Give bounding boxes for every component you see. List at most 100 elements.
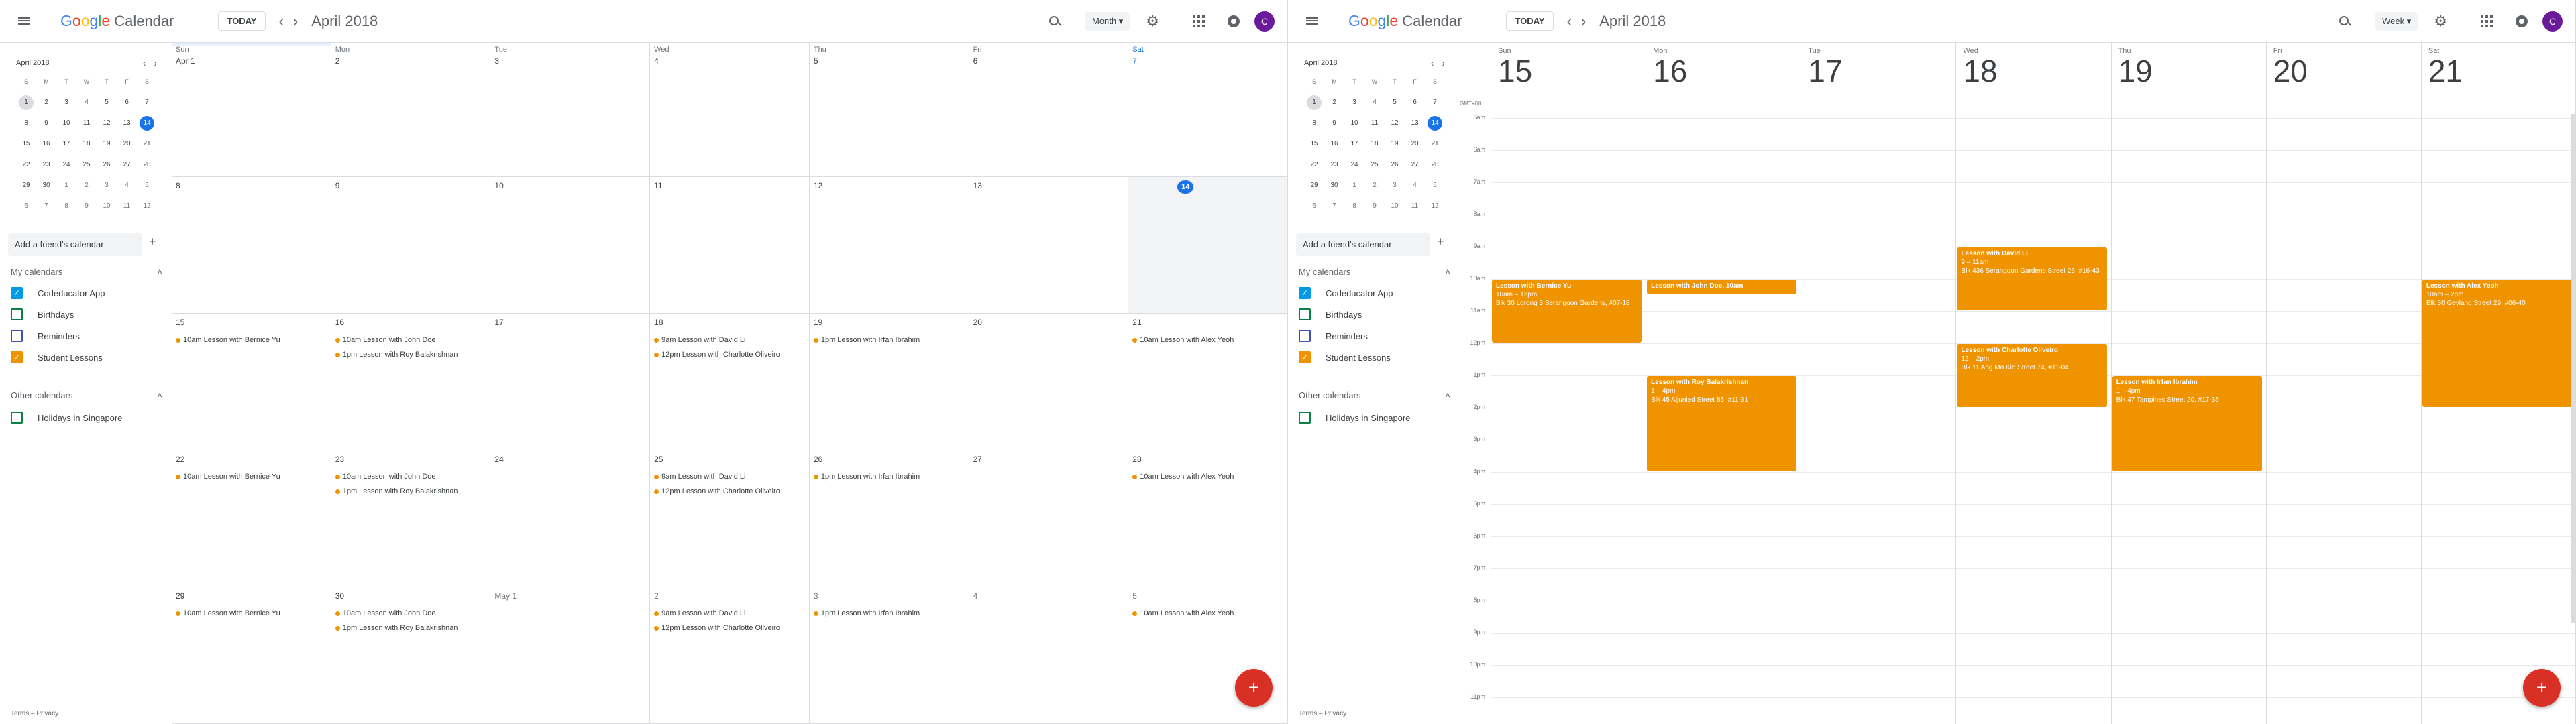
today-button[interactable]: TODAY [1506,11,1554,31]
event-chip[interactable]: 10am Lesson with Bernice Yu [176,469,327,484]
day-cell[interactable]: Mon 2 [331,43,491,177]
chevron-left-icon[interactable]: ‹ [1567,13,1572,30]
event-chip[interactable]: 12pm Lesson with Charlotte Oliveiro [654,484,805,499]
mini-day[interactable]: 4 [76,92,97,113]
day-cell[interactable]: 20 [969,314,1129,450]
day-cell[interactable]: Sun Apr 1 [172,43,331,177]
mini-day[interactable]: 10 [97,196,117,217]
day-number[interactable]: 13 [973,181,982,190]
mini-day[interactable]: 24 [56,154,76,175]
mini-day[interactable]: 23 [36,154,56,175]
day-number[interactable]: 2 [654,591,659,601]
checkbox[interactable]: ✓ [1299,351,1311,363]
mini-day[interactable]: 15 [16,133,36,154]
day-cell[interactable]: 30 10am Lesson with John Doe 1pm Lesson wi… [331,587,491,724]
mini-day[interactable]: 9 [76,196,97,217]
app-logo[interactable]: Google Calendar [1348,12,1462,30]
day-cell[interactable]: 21 10am Lesson with Alex Yeoh [1128,314,1287,450]
menu-icon[interactable] [1304,13,1320,29]
day-cell[interactable]: 8 [172,177,331,314]
chevron-right-icon[interactable]: › [154,58,157,68]
day-number[interactable]: 5 [814,56,818,66]
mini-day[interactable]: 22 [1304,154,1324,175]
search-icon[interactable] [1048,15,1061,28]
mini-day[interactable]: 17 [56,133,76,154]
add-icon[interactable]: + [1437,235,1444,249]
event-chip[interactable]: 9am Lesson with David Li [654,606,805,621]
week-event[interactable]: Lesson with Charlotte Oliveiro 12 – 2pm Bl… [1957,344,2107,407]
week-day-number[interactable]: 21 [2428,55,2569,87]
week-day-header[interactable]: Mon 16 [1646,43,1801,99]
mini-day[interactable]: 1 [1304,92,1324,113]
mini-day[interactable]: 7 [36,196,56,217]
chevron-up-icon[interactable]: ˄ [157,267,162,277]
week-day-number[interactable]: 17 [1808,55,1949,87]
checkbox[interactable] [1299,330,1311,342]
chevron-left-icon[interactable]: ‹ [1431,58,1434,68]
day-cell[interactable]: 28 10am Lesson with Alex Yeoh [1128,450,1287,587]
day-number[interactable]: 25 [654,455,663,464]
day-number[interactable]: 29 [176,591,184,601]
day-cell[interactable]: Thu 5 [809,43,969,177]
mini-day[interactable]: 20 [117,133,137,154]
mini-day[interactable]: 1 [16,92,36,113]
mini-day[interactable]: 5 [137,175,157,196]
calendar-item[interactable]: ✓ Student Lessons [1299,351,1391,363]
add-event-button[interactable]: + [1235,669,1273,707]
checkbox[interactable] [11,308,23,320]
day-cell[interactable]: Fri 6 [969,43,1129,177]
mini-day[interactable]: 7 [1324,196,1344,217]
mini-day[interactable]: 27 [1405,154,1425,175]
day-number[interactable]: 24 [494,455,503,464]
chevron-right-icon[interactable]: › [1442,58,1445,68]
view-switcher[interactable]: Month ▾ [1085,12,1130,31]
mini-day[interactable]: 6 [1405,92,1425,113]
settings-icon[interactable]: ⚙ [2434,13,2447,30]
mini-day[interactable]: 6 [1304,196,1324,217]
mini-day[interactable]: 18 [1364,133,1385,154]
event-chip[interactable]: 12pm Lesson with Charlotte Oliveiro [654,347,805,362]
mini-day[interactable]: 11 [1364,113,1385,133]
mini-day[interactable]: 8 [1304,113,1324,133]
day-number[interactable]: 8 [176,181,180,190]
day-cell[interactable]: 10 [490,177,651,314]
mini-day[interactable]: 12 [137,196,157,217]
mini-day[interactable]: 30 [1324,175,1344,196]
week-day-number[interactable]: 16 [1653,55,1794,87]
day-number[interactable]: 20 [973,318,982,327]
mini-day[interactable]: 3 [97,175,117,196]
day-cell[interactable]: 19 1pm Lesson with Irfan Ibrahim [809,314,969,450]
apps-icon[interactable] [1193,15,1205,27]
day-number[interactable]: 28 [1132,455,1141,464]
mini-day[interactable]: 3 [1385,175,1405,196]
my-calendars-header[interactable]: My calendars ˄ [1299,267,1450,277]
mini-day[interactable]: 30 [36,175,56,196]
event-chip[interactable]: 10am Lesson with Bernice Yu [176,333,327,347]
mini-day[interactable]: 21 [1425,133,1445,154]
chevron-right-icon[interactable]: › [293,13,298,30]
week-day-number[interactable]: 19 [2118,55,2259,87]
event-chip[interactable]: 1pm Lesson with Roy Balakrishnan [335,484,486,499]
event-chip[interactable]: 10am Lesson with Alex Yeoh [1132,333,1283,347]
mini-day[interactable]: 12 [1425,196,1445,217]
day-number[interactable]: 22 [176,455,184,464]
view-switcher[interactable]: Week ▾ [2375,12,2418,31]
terms-privacy-link[interactable]: Terms – Privacy [11,710,58,717]
day-number[interactable]: 15 [176,318,184,327]
calendar-item[interactable]: ✓ Student Lessons [11,351,103,363]
avatar[interactable]: C [2542,11,2563,32]
mini-day[interactable]: 14 [137,113,157,133]
chevron-up-icon[interactable]: ˄ [1445,390,1450,400]
other-calendars-header[interactable]: Other calendars ˄ [1299,390,1450,400]
day-cell[interactable]: 4 [969,587,1129,724]
event-chip[interactable]: 10am Lesson with Alex Yeoh [1132,469,1283,484]
day-number[interactable]: 3 [814,591,818,601]
mini-day[interactable]: 16 [1324,133,1344,154]
mini-day[interactable]: 11 [76,113,97,133]
mini-day[interactable]: 4 [1405,175,1425,196]
mini-day[interactable]: 5 [1385,92,1405,113]
mini-day[interactable]: 8 [56,196,76,217]
chevron-left-icon[interactable]: ‹ [143,58,146,68]
event-chip[interactable]: 12pm Lesson with Charlotte Oliveiro [654,621,805,636]
mini-day[interactable]: 2 [1364,175,1385,196]
